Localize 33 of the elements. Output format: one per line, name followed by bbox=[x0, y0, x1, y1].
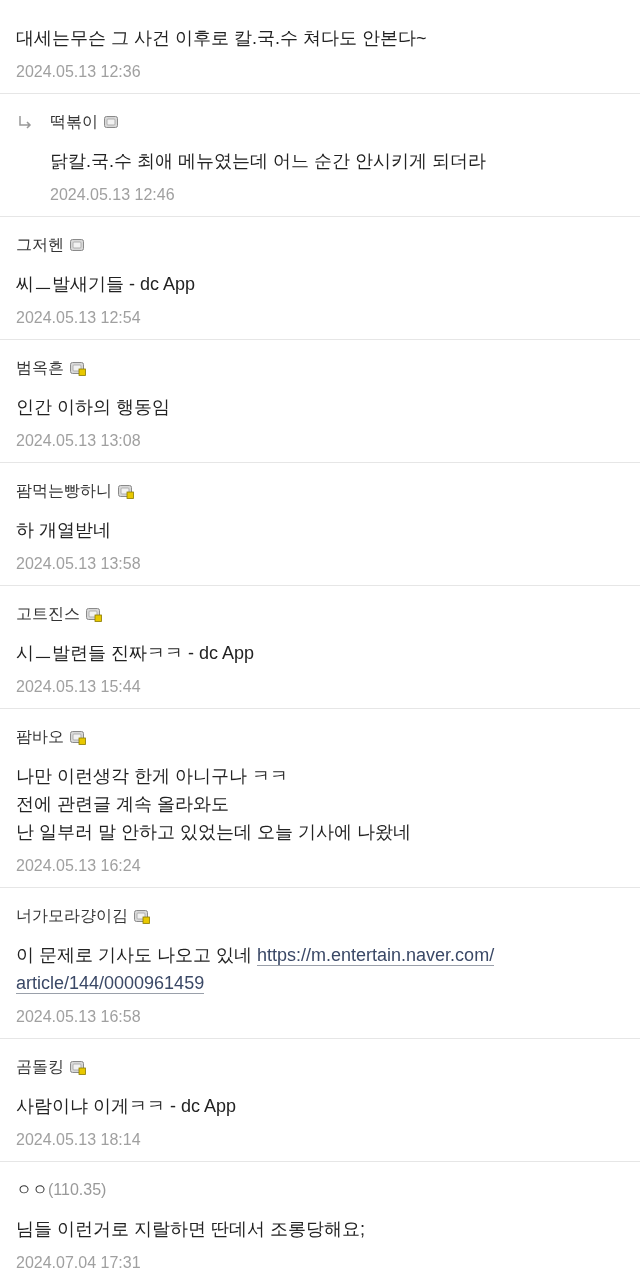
comment-text: 시ㅡ발련들 진짜ㅋㅋ - dc App bbox=[16, 642, 256, 665]
author-name: 고트진스 bbox=[16, 604, 80, 624]
ip-address: (110.35) bbox=[48, 1180, 107, 1200]
comment-text: 나만 이런생각 한게 아니구나 ㅋㅋ 전에 관련글 계속 올라와도 난 일부러 말 안하고 있었는데 오늘 기사에 나왔네 bbox=[16, 765, 412, 844]
comment-text: 씨ㅡ발새기들 - dc App bbox=[16, 273, 197, 296]
comment-date: 2024.05.13 12:36 bbox=[16, 62, 142, 82]
article-link[interactable]: article/144/0000961459 bbox=[16, 973, 205, 994]
comment-date: 2024.05.13 18:14 bbox=[16, 1130, 142, 1150]
comment-date: 2024.05.13 15:44 bbox=[16, 677, 142, 697]
comment-text: 님들 이런거로 지랄하면 딴데서 조롱당해요; bbox=[16, 1218, 366, 1241]
comment-text: 하 개열받네 bbox=[16, 519, 112, 542]
comment-date: 2024.05.13 12:46 bbox=[50, 185, 176, 205]
comment-text: 대세는무슨 그 사건 이후로 칼.국.수 쳐다도 안본다~ bbox=[16, 27, 428, 50]
comment-date: 2024.05.13 13:08 bbox=[16, 431, 142, 451]
reply-arrow-icon bbox=[17, 115, 33, 131]
author-name: 팜바오 bbox=[16, 727, 64, 747]
author-name: 팜먹는빵하니 bbox=[16, 481, 112, 501]
author-name: 떡볶이 bbox=[50, 112, 98, 132]
author-name: 그저헨 bbox=[16, 235, 64, 255]
article-link[interactable]: https://m.entertain.naver.com/ bbox=[257, 945, 495, 966]
comment-date: 2024.05.13 16:58 bbox=[16, 1007, 142, 1027]
comment-date: 2024.07.04 17:31 bbox=[16, 1253, 142, 1273]
comment-date: 2024.05.13 12:54 bbox=[16, 308, 142, 328]
author-name: 너가모라걍이김 bbox=[16, 906, 128, 926]
comment-date: 2024.05.13 13:58 bbox=[16, 554, 142, 574]
comment-text: 사람이냐 이게ㅋㅋ - dc App bbox=[16, 1095, 238, 1118]
comment-text: 이 문제로 기사도 나오고 있네 https://m.entertain.naver.com/ article/144/0000961459 bbox=[16, 944, 496, 996]
comment-date: 2024.05.13 16:24 bbox=[16, 856, 142, 876]
author-name: ㅇㅇ bbox=[16, 1180, 48, 1200]
author-name: 곰돌킹 bbox=[16, 1057, 64, 1077]
comment-text: 인간 이하의 행동임 bbox=[16, 396, 171, 419]
comment-text: 닭칼.국.수 최애 메뉴였는데 어느 순간 안시키게 되더라 bbox=[50, 150, 487, 173]
author-name: 범옥흔 bbox=[16, 358, 64, 378]
